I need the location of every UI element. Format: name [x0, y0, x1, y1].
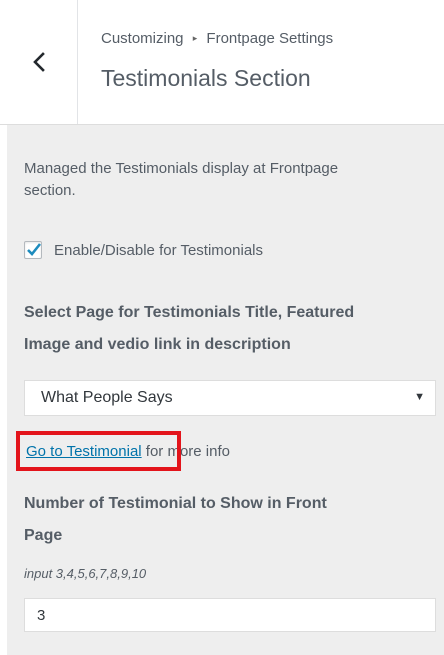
page-select-label-line-1: Select Page for Testimonials Title, Feat… [24, 304, 355, 321]
page-select-label-line-2: Image and vedio link in description [24, 336, 291, 353]
enable-testimonials-label: Enable/Disable for Testimonials [54, 241, 263, 259]
testimonial-count-input[interactable] [24, 598, 436, 632]
description-line-2: section. [24, 182, 76, 199]
breadcrumb: Customizing ▸ Frontpage Settings [101, 28, 333, 49]
testimonials-page-select[interactable]: What People Says ▼ [24, 380, 436, 416]
testimonial-count-hint: input 3,4,5,6,7,8,9,10 [24, 566, 147, 581]
breadcrumb-parent: Customizing [101, 30, 184, 47]
chevron-left-icon [32, 52, 45, 72]
highlight-annotation [16, 431, 181, 471]
page-title: Testimonials Section [101, 65, 311, 91]
enable-testimonials-checkbox[interactable] [24, 241, 42, 259]
panel-header: Customizing ▸ Frontpage Settings Testimo… [0, 0, 444, 125]
section-controls: Managed the Testimonials display at Fron… [7, 125, 444, 655]
page-select-label: Select Page for Testimonials Title, Feat… [24, 297, 442, 361]
breadcrumb-separator-icon: ▸ [192, 33, 198, 43]
testimonial-count-label: Number of Testimonial to Show in Front P… [24, 488, 442, 552]
testimonial-count-label-line-1: Number of Testimonial to Show in Front [24, 495, 327, 512]
back-button[interactable] [0, 0, 78, 124]
dropdown-caret-icon: ▼ [414, 391, 425, 403]
enable-testimonials-control[interactable]: Enable/Disable for Testimonials [24, 241, 263, 259]
select-value: What People Says [41, 389, 173, 406]
description-line-1: Managed the Testimonials display at Fron… [24, 160, 339, 177]
breadcrumb-section: Frontpage Settings [206, 30, 334, 47]
header-text: Customizing ▸ Frontpage Settings Testimo… [101, 28, 333, 92]
testimonial-count-label-line-2: Page [24, 527, 63, 544]
checkmark-icon [27, 243, 42, 256]
section-description: Managed the Testimonials display at Fron… [24, 158, 442, 202]
customizer-panel: Customizing ▸ Frontpage Settings Testimo… [0, 0, 444, 655]
